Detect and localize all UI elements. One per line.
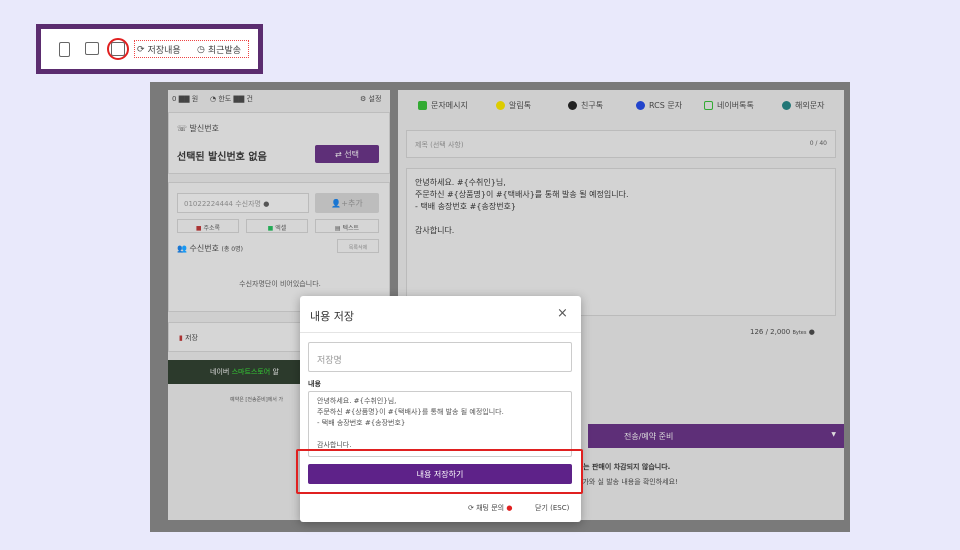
notice-text-2: 단가와 실 발송 내용을 확인하세요! [576,478,678,486]
subject-input[interactable]: 제목 (선택 사항) 0 / 40 [406,130,836,158]
refresh-icon: ⟳ [137,44,145,55]
sender-title: ☏ 발신번호 [177,124,219,133]
body-line: 주문하신 #{상품명}이 #{택배사}를 통해 발송 될 예정입니다. [415,190,629,199]
close-esc-link[interactable]: 닫기 (ESC) [535,503,569,513]
sender-card: ☏ 발신번호 선택된 발신번호 없음 ⇄ 선택 [168,112,390,174]
recipient-card: 01022224444 수신자명 ● 👤+ 추가 ■ 주소록 ■ 엑셀 ▤ 텍스… [168,182,390,312]
content-label: 내용 [308,380,321,388]
tab-overseas[interactable]: 해외문자 [782,100,824,111]
divider [300,332,581,333]
recent-sent-button[interactable]: ◷ 최근발송 [197,43,241,57]
settings-link[interactable]: ⚙ 설정 [360,94,381,104]
rcs-icon [636,101,645,110]
save-highlight-circle [107,38,129,60]
subject-counter: 0 / 40 [809,140,827,147]
save-name-input[interactable]: 저장명 [308,342,572,372]
status-dot: ● [506,504,513,512]
help-icon: ● [808,328,815,336]
add-recipient-button[interactable]: 👤+ 추가 [315,193,379,213]
limit-info: ◔ 한도 ▇▇ 건 [210,95,253,103]
tab-rcs[interactable]: RCS 문자 [636,100,682,111]
chevron-down-icon: ▼ [831,431,836,438]
recent-sent-label: 최근발송 [207,46,241,56]
send-button[interactable]: 전송/예약 준비 ▼ [588,424,844,448]
chat-inquiry-link[interactable]: ⟳ 채팅 문의 ● [468,503,512,513]
recipient-input[interactable]: 01022224444 수신자명 ● [177,193,309,213]
sms-icon [418,101,427,110]
select-sender-button[interactable]: ⇄ 선택 [315,145,379,163]
message-textarea[interactable]: 안녕하세요. #{수취인}님, 주문하신 #{상품명}이 #{택배사}를 통해 … [406,168,836,316]
balance-info: 0 ▇▇ 원 [172,95,199,103]
tab-alimtalk[interactable]: 알림톡 [496,100,531,111]
kakao-icon [496,101,505,110]
empty-list-message: 수신자명단이 비어있습니다. [239,280,321,288]
navertalk-icon [704,101,713,110]
notice-text: 비"는 판매이 차감되지 않습니다. [573,463,671,471]
no-sender-text: 선택된 발신번호 없음 [177,152,267,163]
history-icon: ◷ [197,44,205,55]
chat-icon [568,101,577,110]
toolbar-inset: ⟳ 저장내용 ◷ 최근발송 [36,24,263,74]
excel-button[interactable]: ■ 엑셀 [246,219,308,233]
save-button-highlight [296,449,583,494]
reservation-note: 예약은 [전송준비]에서 가 [230,397,284,403]
saved-content-label: 저장내용 [147,46,181,56]
globe-icon [782,101,791,110]
bytes-counter: 126 / 2,000 Bytes ● [750,328,815,336]
subject-placeholder: 제목 (선택 사항) [415,141,464,149]
recipients-title: 👥 수신번호 (총 0명) [177,244,243,253]
tab-friendtalk[interactable]: 친구톡 [568,100,603,111]
tab-sms[interactable]: 문자메시지 [418,100,468,111]
close-icon[interactable]: × [557,306,568,321]
text-button[interactable]: ▤ 텍스트 [315,219,379,233]
tab-navertalk[interactable]: 네이버톡톡 [704,100,754,111]
storage-label: ▮ 저장 [179,334,198,342]
body-line: 감사합니다. [415,226,455,235]
saved-content-button[interactable]: ⟳ 저장내용 [137,43,181,57]
body-line: 안녕하세요. #{수취인}님, [415,178,506,187]
template-icon[interactable] [59,42,70,57]
content-textarea[interactable]: 안녕하세요. #{수취인}님, 주문하신 #{상품명}이 #{택배사}를 통해 … [308,391,572,457]
body-line [415,213,827,225]
address-book-button[interactable]: ■ 주소록 [177,219,239,233]
image-add-icon[interactable] [85,42,99,55]
clear-list-button[interactable]: 목록삭제 [337,239,379,253]
body-line: - 택배 송장번호 #{송장번호} [415,202,516,211]
dialog-title: 내용 저장 [310,310,354,323]
